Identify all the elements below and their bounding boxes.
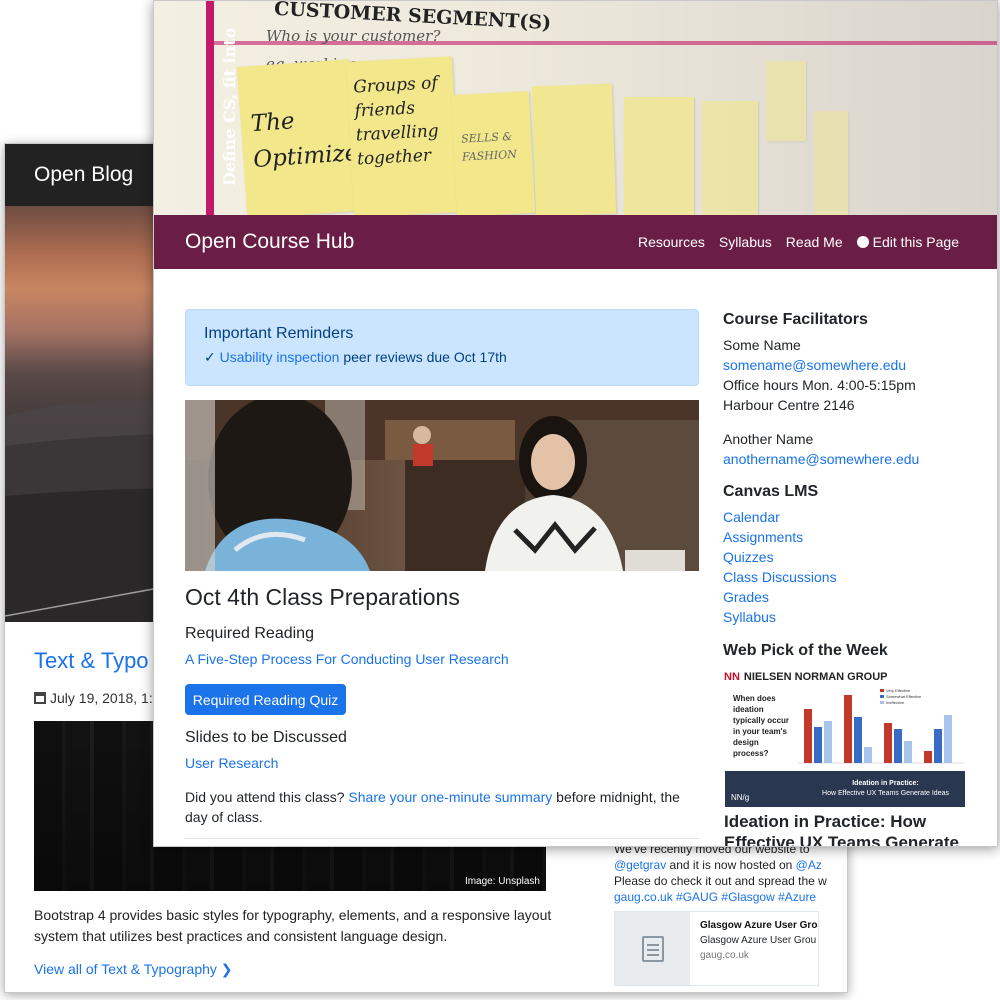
blog-post-title[interactable]: Text & Typo: [34, 648, 149, 674]
hero-stripe: [206, 1, 214, 215]
nng-logo: NN: [724, 671, 740, 683]
tweet-link-card[interactable]: Glasgow Azure User Gro Glasgow Azure Use…: [614, 911, 819, 986]
course-brand[interactable]: Open Course Hub: [185, 230, 354, 254]
web-pick-heading: Web Pick of the Week: [723, 642, 888, 659]
nav-resources[interactable]: Resources: [638, 234, 705, 250]
divider: [185, 838, 699, 839]
alert-title: Important Reminders: [204, 325, 354, 342]
canvas-link-quizzes[interactable]: Quizzes: [723, 549, 774, 565]
blog-post-meta: July 19, 2018, 1:3: [34, 690, 161, 706]
slides-link[interactable]: User Research: [185, 755, 278, 771]
reminders-alert: Important Reminders ✓ Usability inspecti…: [185, 309, 699, 386]
attend-before: Did you attend this class?: [185, 789, 349, 805]
tweet-line-2: and it is now hosted on: [666, 858, 796, 872]
sticky-note: [766, 61, 806, 141]
sticky-note: SELLS & FASHION: [450, 91, 536, 215]
facilitator-2-name: Another Name: [723, 431, 814, 447]
web-pick-title[interactable]: Ideation in Practice: How Effective UX T…: [724, 811, 964, 846]
required-reading-link[interactable]: A Five-Step Process For Conducting User …: [185, 651, 509, 667]
legend-ineffective: Ineffective: [886, 700, 905, 705]
facilitator-2-email[interactable]: anothername@somewhere.edu: [723, 451, 919, 467]
sticky-note: The Optimizer: [236, 59, 371, 215]
slides-heading: Slides to be Discussed: [185, 729, 347, 746]
tweet-mention-2[interactable]: @Az: [796, 858, 822, 872]
calendar-icon: [34, 692, 46, 704]
usability-inspection-link[interactable]: Usability inspection: [220, 349, 340, 365]
sticky-note-text: The Optimizer: [249, 108, 371, 174]
sticky-note-text: Groups of friends travelling together: [352, 73, 440, 170]
class-photo: [185, 400, 699, 571]
sticky-note-text: SELLS & FASHION: [460, 129, 518, 164]
card-thumbnail: [615, 912, 690, 985]
attend-paragraph: Did you attend this class? Share your on…: [185, 787, 705, 827]
card-title: Glasgow Azure User Gro: [700, 920, 818, 931]
canvas-link-grades[interactable]: Grades: [723, 589, 769, 605]
sticky-note: Groups of friends travelling together: [345, 56, 461, 215]
blog-post-date: July 19, 2018, 1:3: [50, 690, 161, 706]
nng-small-logo: NN/g: [731, 793, 750, 802]
nng-bar-chart: Very Effective Somewhat Effective Ineffe…: [798, 688, 964, 764]
document-icon: [641, 935, 664, 962]
sticky-note: [531, 83, 617, 215]
required-reading-quiz-button[interactable]: Required Reading Quiz: [185, 684, 346, 715]
interview-illustration: [185, 400, 699, 571]
legend-somewhat: Somewhat Effective: [886, 694, 922, 699]
facilitator-1-hours: Office hours Mon. 4:00-5:15pm: [723, 377, 916, 393]
facilitator-1-room: Harbour Centre 2146: [723, 397, 855, 413]
nng-banner-text: Ideation in Practice: How Effective UX T…: [822, 779, 949, 799]
tweet-hashtags[interactable]: gaug.co.uk #GAUG #Glasgow #Azure: [614, 889, 829, 905]
nng-banner: Ideation in Practice: How Effective UX T…: [725, 771, 965, 807]
alert-line: ✓ Usability inspection peer reviews due …: [204, 349, 680, 366]
nng-header: NN NIELSEN NORMAN GROUP: [724, 671, 965, 683]
nng-question: When does ideation typically occur in yo…: [733, 694, 790, 758]
nng-article-image[interactable]: NN NIELSEN NORMAN GROUP When does ideatio…: [724, 671, 965, 807]
sticky-note: [702, 101, 758, 215]
facilitators-heading: Course Facilitators: [723, 311, 868, 328]
sticky-notes-hero: Define CS, fit into CUSTOMER SEGMENT(S) …: [154, 1, 997, 215]
course-navbar: Open Course Hub Resources Syllabus Read …: [154, 215, 997, 269]
tweet-line-3: Please do check it out and spread the w: [614, 874, 827, 888]
canvas-link-discussions[interactable]: Class Discussions: [723, 569, 837, 585]
hero-side-text: Define CS, fit into: [220, 27, 239, 186]
sticky-note: [814, 111, 848, 215]
tweet-text: We've recently moved our website to @get…: [614, 841, 829, 905]
course-hub-window: Define CS, fit into CUSTOMER SEGMENT(S) …: [153, 0, 998, 847]
nav-edit-label: Edit this Page: [872, 234, 959, 250]
facilitator-1-name: Some Name: [723, 337, 801, 353]
card-domain: gaug.co.uk: [700, 950, 749, 961]
tweet-mention[interactable]: @getgrav: [614, 858, 666, 872]
canvas-heading: Canvas LMS: [723, 483, 819, 500]
facilitator-1-email[interactable]: somename@somewhere.edu: [723, 357, 906, 373]
nng-org-name: NIELSEN NORMAN GROUP: [743, 671, 888, 683]
canvas-link-syllabus[interactable]: Syllabus: [723, 609, 776, 625]
card-subtitle: Glasgow Azure User Grou: [700, 935, 817, 946]
github-icon: [856, 236, 869, 248]
sticky-note: [624, 97, 694, 215]
blog-brand[interactable]: Open Blog: [34, 163, 133, 186]
nav-links: Resources Syllabus Read Me Edit this Pag…: [638, 234, 959, 250]
canvas-link-calendar[interactable]: Calendar: [723, 509, 780, 525]
nng-banner-line-2: How Effective UX Teams Generate Ideas: [822, 790, 949, 797]
nng-banner-line-1: Ideation in Practice:: [852, 780, 919, 787]
alert-rest: peer reviews due Oct 17th: [339, 349, 507, 365]
nav-read-me[interactable]: Read Me: [786, 234, 843, 250]
one-minute-summary-link[interactable]: Share your one-minute summary: [348, 789, 552, 805]
nav-edit-page[interactable]: Edit this Page: [856, 234, 959, 250]
class-title: Oct 4th Class Preparations: [185, 584, 460, 610]
canvas-link-assignments[interactable]: Assignments: [723, 529, 803, 545]
required-reading-heading: Required Reading: [185, 625, 314, 642]
nav-syllabus[interactable]: Syllabus: [719, 234, 772, 250]
hero-sub-1: Who is your customer?: [266, 27, 441, 45]
image-caption: Image: Unsplash: [464, 876, 540, 887]
view-all-link[interactable]: View all of Text & Typography ❯: [34, 961, 233, 978]
blog-post-excerpt: Bootstrap 4 provides basic styles for ty…: [34, 907, 552, 944]
chevron-right-icon: ❯: [220, 961, 233, 977]
check-icon: ✓: [204, 349, 216, 365]
legend-very: Very Effective: [886, 688, 911, 693]
view-all-label[interactable]: View all of Text & Typography: [34, 961, 217, 977]
